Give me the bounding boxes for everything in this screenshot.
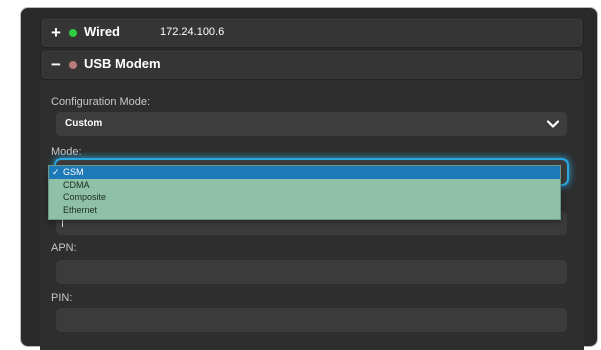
apn-label: APN: [51, 242, 77, 254]
connection-title: Wired [84, 24, 120, 39]
collapse-minus-icon[interactable]: − [50, 56, 62, 73]
config-mode-label: Configuration Mode: [51, 96, 151, 108]
status-dot-icon [69, 61, 77, 69]
checkmark-icon: ✓ [52, 167, 60, 177]
expand-plus-icon[interactable]: + [50, 24, 62, 41]
connection-row-wired[interactable]: + Wired 172.24.100.6 [40, 17, 584, 48]
chevron-down-icon [546, 120, 560, 128]
pin-field[interactable] [56, 308, 567, 332]
status-dot-icon [69, 29, 77, 37]
connection-title: USB Modem [84, 56, 161, 71]
config-mode-select[interactable]: Custom [56, 112, 567, 136]
mode-label: Mode: [51, 146, 82, 158]
mode-option-composite[interactable]: Composite [49, 191, 560, 204]
connection-row-usb-modem[interactable]: − USB Modem [40, 49, 584, 80]
mode-option-ethernet[interactable]: Ethernet [49, 204, 560, 217]
mode-option-cdma[interactable]: CDMA [49, 179, 560, 192]
config-mode-value: Custom [65, 118, 103, 129]
mode-option-gsm[interactable]: ✓ GSM [49, 166, 560, 179]
mode-dropdown-list[interactable]: ✓ GSM CDMA Composite Ethernet [48, 165, 561, 220]
connection-ip: 172.24.100.6 [160, 26, 225, 38]
pin-label: PIN: [51, 292, 73, 304]
apn-field[interactable] [56, 260, 567, 284]
